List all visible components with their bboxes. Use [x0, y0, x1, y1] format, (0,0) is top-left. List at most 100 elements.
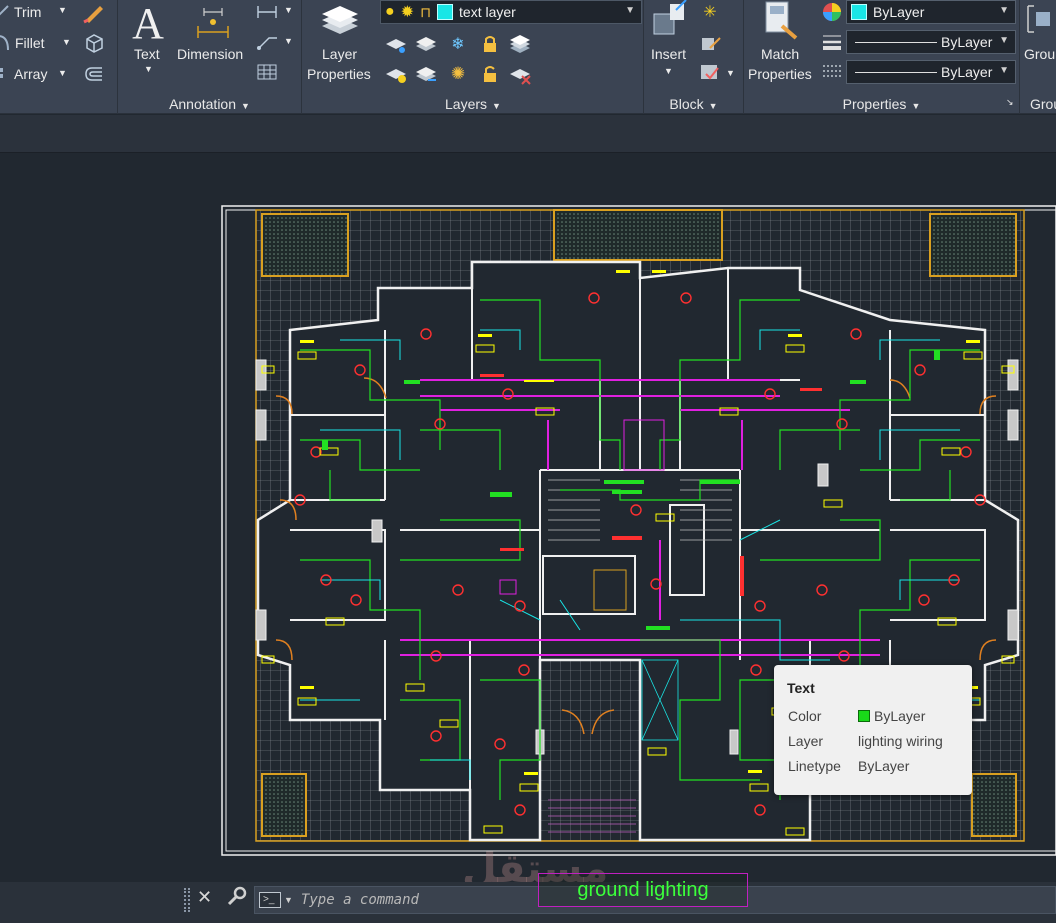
tooltip-layer-key: Layer — [788, 733, 824, 749]
layer-walk-icon[interactable] — [414, 32, 438, 56]
lineweight-dropdown-value: ByLayer — [941, 34, 993, 50]
insert-block-icon[interactable] — [650, 0, 690, 40]
pencil-icon[interactable] — [82, 0, 106, 24]
layer-lock-icon[interactable] — [478, 32, 502, 56]
groups-panel: Grou Grou — [1020, 0, 1056, 114]
linetype-dropdown[interactable]: ByLayer ▼ — [846, 60, 1016, 84]
tooltip-title: Text — [787, 680, 815, 696]
lineweight-preview-icon — [855, 41, 937, 43]
color-dropdown[interactable]: ByLayer ▼ — [846, 0, 1016, 24]
offset-icon[interactable] — [82, 62, 106, 86]
trim-dropdown-icon[interactable]: ▼ — [58, 5, 67, 15]
layers-panel-label[interactable]: Layers ▼ — [302, 96, 644, 112]
leader-dropdown-icon[interactable]: ▼ — [284, 36, 293, 46]
layer-unlock-icon[interactable] — [478, 62, 502, 86]
lineweight-dropdown-caret-icon: ▼ — [999, 35, 1009, 46]
annotation-panel: A Text ▼ Dimension ▼ ▼ Annotation ▼ — [118, 0, 302, 114]
command-grip-icon[interactable] — [184, 888, 190, 912]
text-large-icon[interactable]: A — [128, 0, 168, 44]
groups-panel-label[interactable]: Grou — [1030, 96, 1056, 112]
leader-icon[interactable] — [255, 32, 279, 52]
linear-dim-dropdown-icon[interactable]: ▼ — [284, 5, 293, 15]
array-button[interactable]: Array — [14, 66, 47, 82]
tooltip-linetype-key: Linetype — [788, 758, 841, 774]
group-icon[interactable] — [1024, 2, 1054, 36]
svg-text:A: A — [132, 0, 164, 44]
cube-icon[interactable] — [82, 30, 106, 54]
match-properties-label-2[interactable]: Properties — [748, 66, 812, 82]
create-block-icon[interactable]: ✳ — [698, 0, 722, 24]
text-button[interactable]: Text — [134, 46, 160, 62]
layer-on-icon[interactable] — [384, 62, 408, 86]
match-properties-label-1[interactable]: Match — [761, 46, 799, 62]
layer-thaw-icon[interactable]: ✺ — [446, 62, 470, 86]
layer-properties-label-1[interactable]: Layer — [322, 46, 357, 62]
insert-dropdown-icon[interactable]: ▼ — [664, 66, 673, 76]
insert-button[interactable]: Insert — [651, 46, 686, 62]
layer-freeze-icon[interactable]: ❄ — [446, 32, 470, 56]
layer-merge-icon[interactable] — [508, 62, 532, 86]
trim-icon — [0, 2, 10, 20]
block-attribute-dropdown-icon[interactable]: ▼ — [726, 68, 735, 78]
command-prompt-icon[interactable]: >_ — [259, 892, 281, 908]
text-dropdown-icon[interactable]: ▼ — [144, 64, 153, 74]
layer-tools-row-2: ✺ — [384, 62, 634, 86]
modify-panel: Trim ▼ Fillet ▼ Array ▼ — [0, 0, 118, 114]
linetype-icon — [820, 60, 844, 84]
fillet-button[interactable]: Fillet — [15, 35, 45, 51]
array-icon — [0, 64, 10, 82]
layer-match-icon[interactable] — [414, 62, 438, 86]
linetype-dropdown-value: ByLayer — [941, 64, 993, 80]
layer-properties-label-2[interactable]: Properties — [307, 66, 371, 82]
property-tooltip: Text Color ByLayer Layer lighting wiring… — [774, 665, 972, 795]
layer-dropdown[interactable]: ● ✹ ⊓ text layer ▼ — [380, 0, 642, 24]
layer-stack-icon[interactable] — [508, 32, 532, 56]
color-wheel-icon — [820, 0, 844, 24]
tooltip-linetype-value: ByLayer — [858, 758, 910, 774]
trim-button[interactable]: Trim — [14, 4, 41, 20]
layers-panel: Layer Properties ● ✹ ⊓ text layer ▼ ❄ ✺ … — [302, 0, 644, 114]
layer-properties-icon[interactable] — [316, 0, 364, 42]
bulb-icon: ● — [385, 3, 395, 20]
dimension-button[interactable]: Dimension — [177, 46, 243, 62]
layer-tools-row-1: ❄ — [384, 32, 634, 56]
fillet-dropdown-icon[interactable]: ▼ — [62, 37, 71, 47]
match-properties-icon[interactable] — [762, 0, 802, 42]
dimension-icon[interactable] — [190, 0, 236, 42]
block-panel-label[interactable]: Block ▼ — [644, 96, 743, 112]
edit-block-icon[interactable] — [698, 30, 722, 54]
lineweight-icon — [820, 30, 844, 54]
layer-dropdown-caret-icon: ▼ — [625, 5, 635, 16]
fillet-icon — [0, 34, 10, 52]
close-icon[interactable]: ✕ — [197, 887, 212, 908]
wrench-icon[interactable] — [225, 886, 247, 908]
linetype-dropdown-caret-icon: ▼ — [999, 65, 1009, 76]
color-swatch — [851, 4, 867, 20]
linear-dim-icon[interactable] — [255, 2, 279, 22]
block-attribute-icon[interactable] — [698, 60, 722, 84]
linetype-preview-icon — [855, 71, 937, 73]
array-dropdown-icon[interactable]: ▼ — [58, 68, 67, 78]
block-panel: Insert ▼ ✳ ▼ Block ▼ — [644, 0, 744, 114]
ribbon: Trim ▼ Fillet ▼ Array ▼ A Text ▼ Dimensi… — [0, 0, 1056, 114]
tooltip-color-swatch — [858, 710, 870, 722]
lineweight-dropdown[interactable]: ByLayer ▼ — [846, 30, 1016, 54]
file-tabs-strip — [0, 115, 1056, 153]
tooltip-color-text: ByLayer — [874, 708, 926, 724]
properties-panel-label[interactable]: Properties ▼ — [744, 96, 1019, 112]
drawing-canvas[interactable]: Text Color ByLayer Layer lighting wiring… — [0, 153, 1056, 882]
sun-icon: ✹ — [400, 4, 415, 21]
tooltip-layer-value: lighting wiring — [858, 733, 943, 749]
tooltip-color-value: ByLayer — [858, 708, 925, 724]
annotation-panel-label[interactable]: Annotation ▼ — [118, 96, 301, 112]
properties-panel: Match Properties ByLayer ▼ ByLayer ▼ ByL… — [744, 0, 1020, 114]
command-history-dropdown-icon[interactable]: ▼ — [284, 895, 293, 905]
color-dropdown-value: ByLayer — [873, 4, 925, 20]
layer-iso-icon[interactable] — [384, 32, 408, 56]
ground-lighting-label[interactable]: ground lighting — [538, 873, 748, 907]
group-button[interactable]: Grou — [1024, 46, 1055, 62]
properties-launcher-icon[interactable]: ↘ — [1006, 97, 1014, 108]
table-icon[interactable] — [255, 62, 279, 82]
tooltip-color-key: Color — [788, 708, 822, 724]
color-dropdown-caret-icon: ▼ — [999, 5, 1009, 16]
